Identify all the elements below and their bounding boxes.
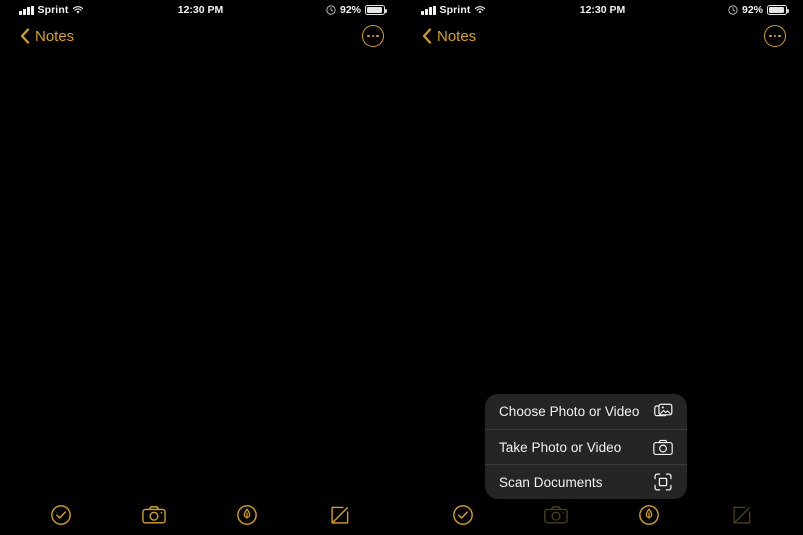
battery-icon (365, 5, 387, 15)
notes-screen-left: Sprint 12:30 PM 92% Notes (0, 0, 401, 535)
back-button-label: Notes (437, 27, 477, 45)
camera-icon[interactable] (137, 502, 171, 528)
navigation-bar: Notes (402, 20, 803, 52)
alarm-clock-icon (728, 5, 738, 15)
compose-icon[interactable] (725, 502, 759, 528)
menu-item-label: Choose Photo or Video (499, 404, 640, 419)
status-bar: Sprint 12:30 PM 92% (0, 0, 401, 20)
more-options-icon[interactable] (362, 25, 384, 47)
chevron-left-icon (20, 28, 30, 44)
navigation-bar: Notes (0, 20, 401, 52)
bottom-toolbar (402, 495, 803, 535)
document-scanner-icon (653, 472, 673, 492)
notes-screen-right: Sprint 12:30 PM 92% Notes Choose Photo o… (402, 0, 803, 535)
camera-icon (653, 437, 673, 457)
menu-item-scan-documents[interactable]: Scan Documents (485, 464, 687, 499)
chevron-left-icon (422, 28, 432, 44)
markup-icon[interactable] (632, 502, 666, 528)
alarm-clock-icon (326, 5, 336, 15)
status-bar-right: 92% (728, 4, 789, 16)
markup-icon[interactable] (230, 502, 264, 528)
back-button[interactable]: Notes (422, 20, 476, 52)
camera-icon[interactable] (539, 502, 573, 528)
checklist-icon[interactable] (446, 502, 480, 528)
status-bar-right: 92% (326, 4, 387, 16)
menu-item-choose-photo-or-video[interactable]: Choose Photo or Video (485, 394, 687, 429)
back-button-label: Notes (35, 27, 75, 45)
battery-icon (767, 5, 789, 15)
battery-percent-label: 92% (339, 4, 361, 16)
more-options-icon[interactable] (764, 25, 786, 47)
note-body[interactable] (0, 52, 401, 495)
compose-icon[interactable] (323, 502, 357, 528)
menu-item-label: Take Photo or Video (499, 439, 622, 455)
attachment-context-menu: Choose Photo or Video Take Photo or Vide… (485, 394, 687, 499)
menu-item-take-photo-or-video[interactable]: Take Photo or Video (485, 429, 687, 464)
menu-item-label: Scan Documents (499, 474, 603, 490)
status-bar: Sprint 12:30 PM 92% (402, 0, 803, 20)
back-button[interactable]: Notes (20, 20, 74, 52)
photo-library-icon (653, 402, 673, 422)
bottom-toolbar (0, 495, 401, 535)
battery-percent-label: 92% (741, 4, 763, 16)
screenshot-stage: Sprint 12:30 PM 92% Notes Sprint 12:30 P… (0, 0, 803, 535)
checklist-icon[interactable] (44, 502, 78, 528)
